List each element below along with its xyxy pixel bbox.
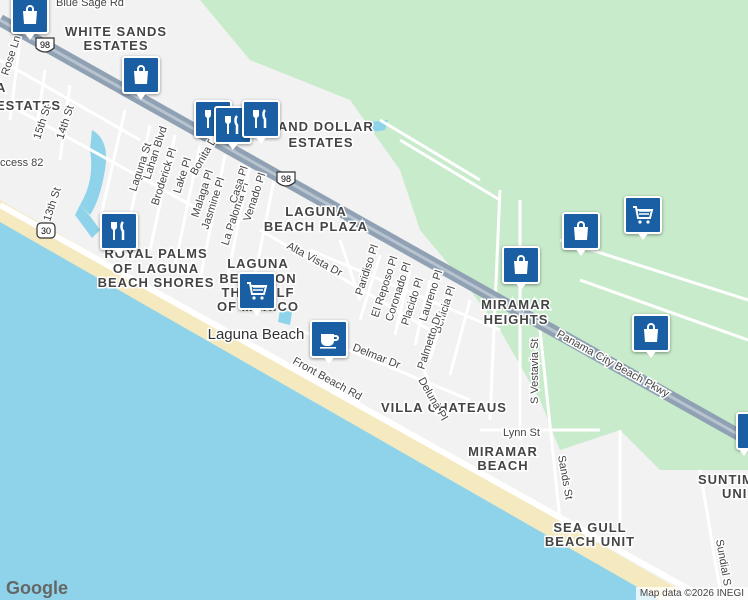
area-suntime: SUNTIM <box>698 472 748 487</box>
shopping-bag-icon[interactable] <box>562 212 600 256</box>
shopping-bag-icon[interactable] <box>122 56 160 100</box>
grocery-cart-icon[interactable] <box>624 196 662 240</box>
google-logo[interactable]: Google <box>6 578 68 599</box>
restaurant-icon[interactable] <box>100 212 138 256</box>
area-white-sands-2: ESTATES <box>83 38 148 53</box>
map-attribution[interactable]: Map data ©2026 INEGI <box>635 587 748 600</box>
area-laguna-gulf: LAGUNA <box>227 256 289 271</box>
road-lynn-st: Lynn St <box>503 427 540 439</box>
area-sand-dollar-2: ESTATES <box>288 135 353 150</box>
area-sea-gull-2: BEACH UNIT <box>545 534 635 549</box>
shopping-bag-icon[interactable] <box>502 246 540 290</box>
road-access-82: ccess 82 <box>0 157 43 169</box>
partial-marker-icon[interactable] <box>736 412 748 456</box>
svg-text:30: 30 <box>41 226 51 236</box>
shopping-bag-icon[interactable] <box>11 0 49 40</box>
area-partial-a: A <box>0 80 6 95</box>
town-laguna-beach: Laguna Beach <box>208 326 305 343</box>
area-miramar-heights: MIRAMAR <box>481 297 551 312</box>
svg-text:98: 98 <box>40 40 50 50</box>
area-miramar-beach: MIRAMAR <box>468 444 538 459</box>
area-white-sands: WHITE SANDS <box>65 24 167 39</box>
area-suntime-2: UNI <box>722 486 747 501</box>
road-blue-sage: Blue Sage Rd <box>56 0 124 9</box>
road-s-vestavia: S Vestavia St <box>529 339 541 404</box>
shopping-bag-icon[interactable] <box>632 314 670 358</box>
us-98-shield-2: 98 <box>276 171 296 187</box>
grocery-cart-icon[interactable] <box>238 272 276 316</box>
area-miramar-heights-2: HEIGHTS <box>484 312 549 327</box>
area-laguna-plaza-2: BEACH PLAZA <box>264 219 368 234</box>
area-sea-gull: SEA GULL <box>553 520 626 535</box>
us-98-shield: 98 <box>35 37 55 53</box>
area-miramar-beach-2: BEACH <box>477 458 528 473</box>
area-laguna-plaza: LAGUNA <box>285 204 347 219</box>
area-royal-palms-3: BEACH SHORES <box>98 275 215 290</box>
area-royal-palms-2: OF LAGUNA <box>113 261 199 276</box>
area-sand-dollar: SAND DOLLAR <box>268 119 374 134</box>
map-canvas[interactable]: WHITE SANDS ESTATES A ESTATES SAND DOLLA… <box>0 0 748 600</box>
sr-30-shield: 30 <box>36 222 56 239</box>
coffee-cup-icon[interactable] <box>310 320 348 364</box>
svg-text:98: 98 <box>281 174 291 184</box>
restaurant-icon[interactable] <box>242 100 280 144</box>
